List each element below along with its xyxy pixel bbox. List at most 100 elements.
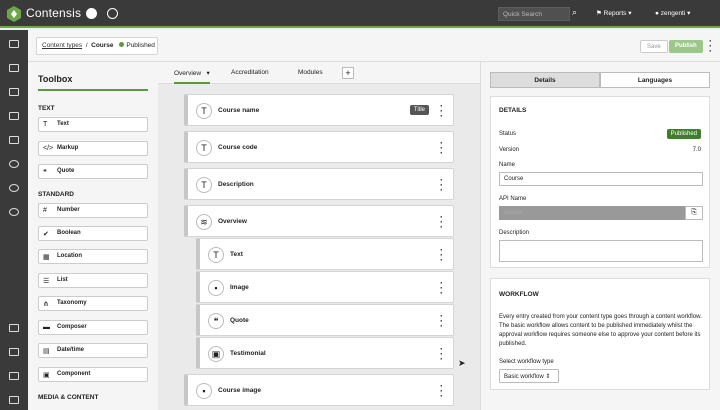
field-label: Overview [218,218,247,225]
user-name: zengenti [660,10,686,17]
component-icon: ▣ [208,346,224,362]
more-options-icon[interactable]: · · · [709,37,712,56]
history-icon[interactable] [107,8,118,19]
add-tab-button[interactable]: + [342,67,354,79]
component-icon: ▣ [43,372,50,379]
more-options-icon[interactable]: · · · [440,213,443,232]
workflow-type-select[interactable]: Basic workflow ⇕ [499,369,559,383]
section-text: TEXT [38,105,55,112]
breadcrumb: Content types / Course Published [36,37,158,55]
toolbox-item-text[interactable]: T Text [38,117,148,132]
toolbox-item-label: Composer [57,324,87,330]
more-options-icon[interactable]: · · · [440,246,443,265]
description-label: Description [499,230,530,236]
field-course-name[interactable]: T Course name Title · · · [184,94,454,126]
search-icon[interactable]: ⌕ [572,7,577,18]
quote-icon: ❝ [208,313,224,329]
toolbox-item-label: Markup [57,145,79,151]
toolbox-item-taxonomy[interactable]: ⋔ Taxonomy [38,296,148,311]
left-nav [0,30,28,410]
list-icon[interactable] [9,112,19,120]
number-icon: # [43,207,47,214]
status-badge: Published [666,129,701,139]
reports-menu[interactable]: ⚑ Reports ▾ [596,9,631,17]
image-icon[interactable] [9,88,19,96]
search-nav-icon[interactable] [9,208,19,216]
api-name-label: API Name [499,196,527,202]
workflow-title: WORKFLOW [499,291,539,298]
quick-search-input[interactable]: Quick Search [498,7,570,21]
tools-icon[interactable] [9,396,19,404]
briefcase-icon[interactable] [9,372,19,380]
description-input[interactable] [499,240,703,262]
globe-icon[interactable] [9,184,19,192]
check-icon[interactable] [86,8,97,19]
top-bar: Contensis Quick Search ⌕ ⚑ Reports ▾ ● z… [0,0,720,28]
layers-icon: ≋ [196,214,212,230]
field-course-code[interactable]: T Course code · · · [184,131,454,163]
subfield-text[interactable]: T Text · · · [196,238,454,270]
cursor-icon: ➤ [458,358,466,368]
toolbox-item-boolean[interactable]: ✔ Boolean [38,226,148,241]
breadcrumb-link[interactable]: Content types [42,42,82,49]
save-button[interactable]: Save [640,40,668,53]
api-name-input: course [499,206,685,220]
breadcrumb-bar: Content types / Course Published Save Pu… [28,30,720,62]
settings-icon[interactable] [9,324,19,332]
workflow-description: Every entry created from your content ty… [499,314,702,347]
tab-overview[interactable]: Overview ▾ [174,69,210,84]
more-options-icon[interactable]: · · · [440,139,443,158]
field-course-image[interactable]: ▪ Course image · · · [184,374,454,406]
field-label: Course name [218,107,260,114]
more-options-icon[interactable]: · · · [440,345,443,364]
user-menu[interactable]: ● zengenti ▾ [655,9,690,17]
taxonomy-icon: ⋔ [43,301,49,308]
more-options-icon[interactable]: · · · [440,312,443,331]
entries-icon[interactable] [9,64,19,72]
tab-accreditation[interactable]: Accreditation [231,69,269,76]
copy-icon[interactable]: ⎘ [685,206,703,220]
toolbox-item-location[interactable]: ▦ Location [38,249,148,264]
code-icon: </> [43,145,54,152]
subfield-quote[interactable]: ❝ Quote · · · [196,304,454,336]
tab-languages[interactable]: Languages [600,72,710,88]
subfield-testimonial[interactable]: ▣ Testimonial · · · [196,337,454,369]
more-options-icon[interactable]: · · · [440,176,443,195]
reports-label: Reports [603,10,627,17]
toolbox-item-datetime[interactable]: ▤ Date/time [38,343,148,358]
toolbox-item-number[interactable]: # Number [38,203,148,218]
text-icon: T [208,247,224,263]
section-media: MEDIA & CONTENT [38,394,99,401]
toolbox-underline [38,89,148,91]
name-label: Name [499,162,516,168]
details-panel: DETAILS Status Published Version 7.0 Nam… [490,96,710,268]
site-icon[interactable] [9,136,19,144]
toolbox-title: Toolbox [38,74,73,84]
tab-details[interactable]: Details [490,72,600,88]
toolbox-item-label: List [57,277,68,283]
comment-icon[interactable] [9,160,19,168]
toolbox: Toolbox TEXT T Text </> Markup ❝ Quote STAN… [28,62,158,410]
trash-icon[interactable] [9,348,19,356]
subfield-image[interactable]: ▪ Image · · · [196,271,454,303]
name-input[interactable]: Course [499,172,703,186]
field-description[interactable]: T Description · · · [184,168,454,200]
title-badge: Title [409,105,429,115]
version-label: Version [499,147,520,153]
tab-modules[interactable]: Modules [298,69,323,76]
field-overview[interactable]: ≋ Overview · · · [184,205,454,237]
publish-button[interactable]: Publish [669,40,703,53]
breadcrumb-current: Course [91,42,114,49]
toolbox-item-list[interactable]: ☰ List [38,273,148,288]
more-options-icon[interactable]: · · · [440,382,443,401]
folder-icon[interactable] [9,40,19,48]
toolbox-item-composer[interactable]: ▬ Composer [38,320,148,335]
more-options-icon[interactable]: · · · [440,279,443,298]
toolbox-item-quote[interactable]: ❝ Quote [38,164,148,179]
details-title: DETAILS [499,107,527,114]
composer-icon: ▬ [43,324,50,331]
toolbox-item-markup[interactable]: </> Markup [38,141,148,156]
toolbox-item-component[interactable]: ▣ Component [38,367,148,382]
toolbox-item-label: Date/time [57,347,85,353]
more-options-icon[interactable]: · · · [440,102,443,121]
